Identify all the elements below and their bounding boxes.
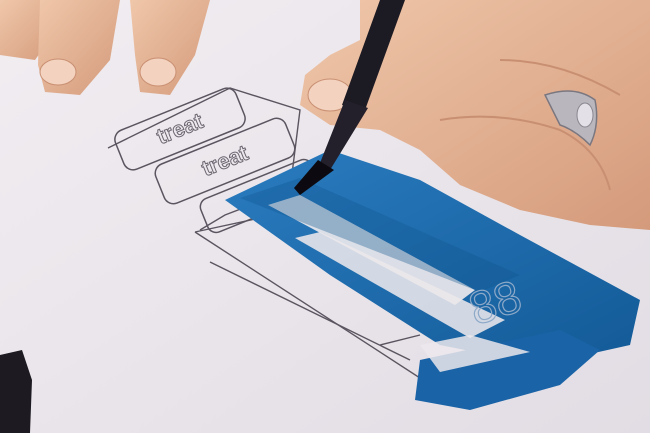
photo-scene: treat treat treat 88 <box>0 0 650 433</box>
